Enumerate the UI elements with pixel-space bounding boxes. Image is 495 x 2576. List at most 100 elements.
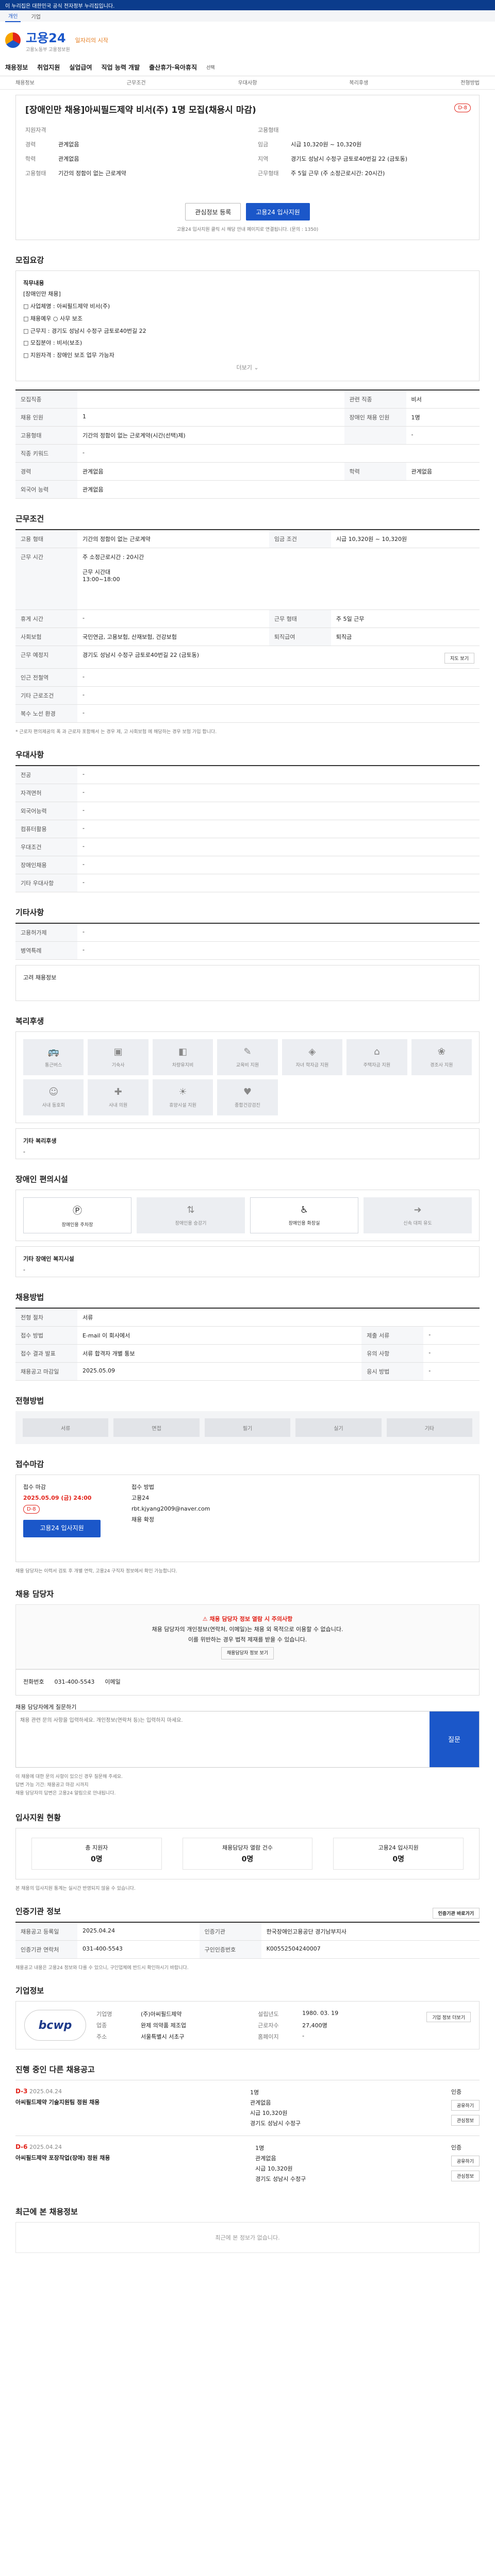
nav-item[interactable]: 직업 능력 개발 bbox=[102, 63, 140, 72]
map-button[interactable]: 지도 보기 bbox=[444, 653, 474, 664]
agency-section: 인증기관 정보 인증기관 바로가기 채용공고 등록일 2025.04.24 인증기관 한… bbox=[15, 1906, 480, 1971]
nav-item[interactable]: 실업급여 bbox=[69, 63, 92, 72]
notice-line: 이를 위반하는 경우 법적 제재를 받을 수 있습니다. bbox=[188, 1636, 307, 1643]
job-link[interactable]: 아씨필드제약 기술지원팀 정원 채용 bbox=[15, 2098, 100, 2106]
qa-note: 이 채용에 대한 문의 사항이 있으신 경우 질문해 주세요. bbox=[15, 1774, 123, 1780]
section-title: 채용 담당자 bbox=[15, 1589, 54, 1599]
recent-section: 최근에 본 채용정보 최근에 본 정보가 없습니다. bbox=[15, 2206, 480, 2253]
job-link[interactable]: 아씨필드제약 포장작업(장애) 정원 채용 bbox=[15, 2154, 110, 2162]
main-nav: 채용정보 취업지원 실업급여 직업 능력 개발 출산휴가·육아휴직 선택 bbox=[0, 59, 495, 76]
other-jobs-section: 진행 중인 다른 채용공고 D-3 2025.04.24 아씨필드제약 기술지원… bbox=[15, 2064, 480, 2191]
th: 응시 방법 bbox=[361, 1362, 424, 1381]
td: 2025.04.24 bbox=[77, 1922, 200, 1941]
nav-item[interactable]: 채용정보 bbox=[5, 63, 28, 72]
section-title: 채용방법 bbox=[15, 1293, 44, 1302]
td: - bbox=[77, 941, 480, 960]
th: 컴퓨터활용 bbox=[15, 820, 77, 839]
td: K00552504240007 bbox=[261, 1940, 480, 1959]
more-button[interactable]: 더보기 ⌄ bbox=[23, 363, 472, 374]
duty-title: 직무내용 bbox=[23, 280, 44, 286]
dday: D-3 bbox=[15, 2088, 28, 2095]
th: 자격면허 bbox=[15, 784, 77, 803]
bus-icon: 🚌 통근버스 bbox=[23, 1039, 84, 1076]
job-item[interactable]: D-3 2025.04.24 아씨필드제약 기술지원팀 정원 채용 1명 관계없음… bbox=[15, 2080, 480, 2136]
th: 외국어 능력 bbox=[15, 480, 77, 499]
th: 근무 시간 bbox=[15, 548, 77, 611]
site-title[interactable]: 고용24 bbox=[26, 28, 70, 46]
qa-input[interactable] bbox=[16, 1711, 430, 1767]
nav-item[interactable]: 출산휴가·육아휴직 bbox=[149, 63, 197, 72]
scrap-button[interactable]: 관심정보 등록 bbox=[185, 203, 241, 221]
duty-line: □ 근무지 : 경기도 성남시 수정구 금토로40번길 22 bbox=[23, 327, 146, 334]
td: - bbox=[77, 668, 480, 687]
step-item: 면접 bbox=[113, 1418, 200, 1437]
scrap-button[interactable]: 관심정보 bbox=[451, 2115, 480, 2126]
th: 기타 근로조건 bbox=[15, 686, 77, 705]
section-title: 복리후생 bbox=[15, 1016, 44, 1026]
th: 휴게 시간 bbox=[15, 609, 77, 629]
qa-send-button[interactable]: 질문 bbox=[430, 1711, 479, 1767]
subnav-item[interactable]: 복리후생 bbox=[349, 78, 368, 87]
qa-note: 채용 담당자의 답변은 고용24 알림으로 안내됩니다. bbox=[15, 1790, 116, 1796]
duty-line: □ 모집분야 : 비서(보조) bbox=[23, 340, 82, 347]
section-title: 인증기관 정보 인증기관 바로가기 bbox=[15, 1906, 480, 1919]
td: - bbox=[77, 802, 480, 821]
contact-section: 채용 담당자 ⚠ 채용 담당자 정보 열람 시 주의사항 채용 담당자의 개인정… bbox=[15, 1588, 480, 1798]
th: 경력 bbox=[15, 462, 77, 481]
condition-table: 고용 형태 기간의 정함이 없는 근로계약 임금 조건 시급 10,320원 ~ 10… bbox=[15, 529, 480, 723]
stats-note: 본 채용의 입사지원 통계는 실시간 반영되지 않을 수 있습니다. bbox=[15, 1886, 136, 1892]
method-table: 전형 절차 서류 접수 방법 E-mail 이 회사에서 제출 서류 - 접수 결과 발… bbox=[15, 1308, 480, 1381]
share-button[interactable]: 공유하기 bbox=[451, 2100, 480, 2111]
job-title: [장애인만 채용]아씨필드제약 비서(주) 1명 모집(채용시 마감) bbox=[25, 105, 256, 115]
duty-line: □ 채용예우 ○ 사무 보조 bbox=[23, 315, 82, 322]
notice-line: 채용 담당자의 개인정보(연락처, 이메일)는 채용 외 목적으로 이용할 수 … bbox=[152, 1625, 343, 1633]
section-title: 접수마감 bbox=[15, 1460, 44, 1469]
th: 채용공고 등록일 bbox=[15, 1922, 77, 1941]
subnav-item[interactable]: 근무조건 bbox=[127, 78, 146, 87]
value: 시급 10,320원 ~ 10,320원 bbox=[291, 141, 362, 148]
td: - bbox=[77, 838, 480, 857]
company-more-button[interactable]: 기업 정보 더보기 bbox=[426, 2012, 471, 2023]
scholar-icon: ◈ 자녀 학자금 지원 bbox=[282, 1039, 343, 1076]
td: - bbox=[77, 704, 480, 723]
td: 비서 bbox=[406, 389, 480, 409]
nav-item[interactable]: 취업지원 bbox=[37, 63, 60, 72]
logo-icon[interactable] bbox=[5, 32, 21, 48]
td: 경기도 성남시 수정구 금토로40번길 22 (금토동) 지도 보기 bbox=[77, 646, 480, 669]
subnav-item[interactable]: 채용정보 bbox=[15, 78, 35, 87]
section-nav: 채용정보 근무조건 우대사항 복리후생 전형방법 bbox=[0, 76, 495, 90]
tab-personal[interactable]: 개인 bbox=[5, 10, 21, 22]
th: 구인인증번호 bbox=[199, 1940, 261, 1959]
label: 고용형태 bbox=[25, 170, 46, 177]
recruit-table: 모집직종 관련 직종 비서 채용 인원 1 장애인 채용 인원 1명 고용형태 기간의 정함… bbox=[15, 389, 480, 499]
label: 지원자격 bbox=[25, 127, 46, 133]
td: - bbox=[423, 1344, 480, 1363]
site-sub: 고용노동부 고용정보원 bbox=[26, 47, 70, 53]
th: 모집직종 bbox=[15, 389, 77, 409]
nav-select[interactable]: 선택 bbox=[206, 64, 215, 71]
duty-line: □ 사업체명 : 아씨필드제약 비서(주) bbox=[23, 302, 110, 310]
job-item[interactable]: D-6 2025.04.24 아씨필드제약 포장작업(장애) 정원 채용 1명 관… bbox=[15, 2136, 480, 2191]
apply-note: 고용24 입사지원 클릭 시 해당 안내 페이지로 연결됩니다. (문의 : 1… bbox=[176, 227, 319, 232]
condition-section: 근무조건 고용 형태 기간의 정함이 없는 근로계약 임금 조건 시급 10,320원… bbox=[15, 513, 480, 735]
subnav-item[interactable]: 우대사항 bbox=[238, 78, 257, 87]
td: E-mail 이 회사에서 bbox=[77, 1326, 362, 1345]
th: 임금 조건 bbox=[269, 529, 331, 549]
method-section: 채용방법 전형 절차 서류 접수 방법 E-mail 이 회사에서 제출 서류 - 접수… bbox=[15, 1292, 480, 1381]
subnav-item[interactable]: 전형방법 bbox=[460, 78, 480, 87]
tab-company[interactable]: 기업 bbox=[31, 12, 40, 20]
th: 외국어능력 bbox=[15, 802, 77, 821]
apply-button-2[interactable]: 고용24 입사지원 bbox=[23, 1519, 101, 1537]
apply-button[interactable]: 고용24 입사지원 bbox=[246, 203, 310, 221]
td: 주 5일 근무 bbox=[331, 609, 480, 629]
section-title: 근무조건 bbox=[15, 514, 44, 524]
td: 서류 bbox=[77, 1308, 480, 1327]
contact-view-button[interactable]: 채용담당자 정보 보기 bbox=[221, 1647, 274, 1659]
scrap-button[interactable]: 관심정보 bbox=[451, 2171, 480, 2182]
agency-button[interactable]: 인증기관 바로가기 bbox=[432, 1908, 480, 1919]
section-title: 우대사항 bbox=[15, 750, 44, 760]
share-button[interactable]: 공유하기 bbox=[451, 2156, 480, 2167]
th: 인근 전철역 bbox=[15, 668, 77, 687]
employees: 27,400명 bbox=[302, 2022, 327, 2029]
section-title: 장애인 편의시설 bbox=[15, 1175, 68, 1184]
